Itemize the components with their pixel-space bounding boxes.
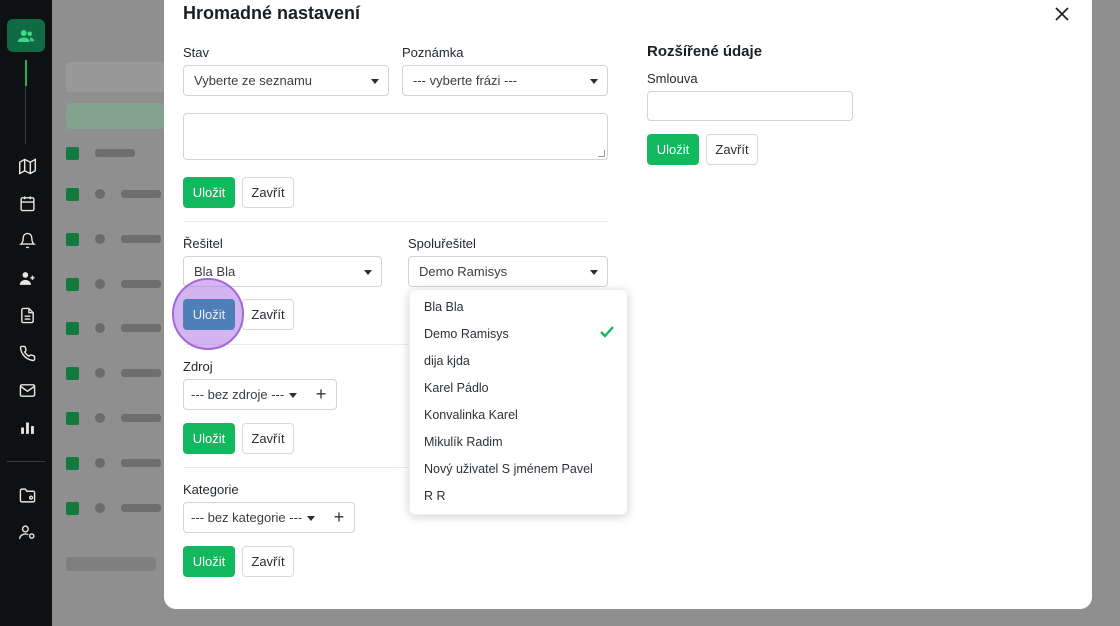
user-plus-icon xyxy=(19,271,35,285)
sidebar-item-alerts[interactable] xyxy=(17,230,37,250)
sidebar-item-settings[interactable] xyxy=(17,522,37,542)
sidebar-item-mail[interactable] xyxy=(17,380,37,400)
bg-header-row xyxy=(66,146,166,160)
chevron-down-icon xyxy=(371,79,379,84)
bg-row xyxy=(66,277,166,291)
dropdown-option[interactable]: Konvalinka Karel xyxy=(424,408,518,422)
dropdown-option[interactable]: Karel Pádlo xyxy=(424,381,489,395)
bg-row xyxy=(66,187,166,201)
sidebar xyxy=(0,0,52,626)
spoluresitel-dropdown: Bla Bla Demo Ramisys dija kjda Karel Pád… xyxy=(409,289,628,515)
resize-handle[interactable] xyxy=(598,150,605,157)
dropdown-option[interactable]: Mikulík Radim xyxy=(424,435,503,449)
mail-icon xyxy=(19,383,35,397)
sidebar-item-map[interactable] xyxy=(17,156,37,176)
bg-footer xyxy=(66,557,156,571)
dropdown-option[interactable]: Nový uživatel S jménem Pavel xyxy=(424,462,593,476)
dropdown-option[interactable]: dija kjda xyxy=(424,354,470,368)
map-icon xyxy=(18,157,36,175)
close-section-button[interactable]: Zavřít xyxy=(242,299,294,330)
resitel-label: Řešitel xyxy=(183,236,223,251)
close-section-button[interactable]: Zavřít xyxy=(242,177,294,208)
poznamka-label: Poznámka xyxy=(402,45,464,60)
spoluresitel-select-value: Demo Ramisys xyxy=(419,264,508,279)
calendar-icon xyxy=(19,195,35,211)
user-settings-icon xyxy=(18,524,35,539)
sidebar-item-reports[interactable] xyxy=(17,417,37,437)
note-textarea[interactable] xyxy=(183,113,608,160)
divider xyxy=(183,467,408,468)
close-section-button[interactable]: Zavřít xyxy=(242,546,294,577)
dropdown-option[interactable]: Bla Bla xyxy=(424,300,464,314)
chevron-down-icon xyxy=(590,79,598,84)
kategorie-select-value: --- bez kategorie --- xyxy=(191,510,303,525)
sidebar-item-contacts[interactable] xyxy=(7,19,45,52)
poznamka-select[interactable]: --- vyberte frázi --- xyxy=(402,65,608,96)
modal-title: Hromadné nastavení xyxy=(183,3,361,23)
chevron-down-icon xyxy=(289,393,297,398)
zdroj-select[interactable]: --- bez zdroje --- xyxy=(183,379,307,410)
chevron-down-icon xyxy=(307,516,315,521)
close-icon xyxy=(1055,7,1069,21)
bg-row xyxy=(66,411,166,425)
stav-select-value: Vyberte ze seznamu xyxy=(194,73,313,88)
smlouva-label: Smlouva xyxy=(647,71,698,86)
document-icon xyxy=(20,307,34,323)
chevron-down-icon xyxy=(364,270,372,275)
zdroj-select-value: --- bez zdroje --- xyxy=(191,387,285,402)
folder-icon xyxy=(19,487,35,503)
divider xyxy=(183,221,608,222)
save-button[interactable]: Uložit xyxy=(183,546,235,577)
close-button[interactable] xyxy=(1053,5,1071,23)
users-icon xyxy=(17,29,35,42)
bg-row xyxy=(66,501,166,515)
spoluresitel-label: Spoluřešitel xyxy=(408,236,476,251)
save-button[interactable]: Uložit xyxy=(183,423,235,454)
zdroj-label: Zdroj xyxy=(183,359,213,374)
save-button[interactable]: Uložit xyxy=(183,299,235,330)
spoluresitel-select[interactable]: Demo Ramisys xyxy=(408,256,608,287)
dropdown-option[interactable]: R R xyxy=(424,489,446,503)
sidebar-active-line xyxy=(25,60,27,86)
sidebar-item-documents[interactable] xyxy=(17,305,37,325)
stav-label: Stav xyxy=(183,45,210,60)
sidebar-divider-line xyxy=(25,86,26,144)
bg-row xyxy=(66,321,166,335)
bg-filter-bar xyxy=(66,62,166,92)
resitel-select-value: Bla Bla xyxy=(194,264,236,279)
bg-green-button xyxy=(66,103,166,129)
bulk-settings-modal: Hromadné nastavení Stav Vyberte ze sezna… xyxy=(164,0,1092,609)
sidebar-item-users[interactable] xyxy=(17,268,37,288)
bell-icon xyxy=(18,232,36,248)
bg-row xyxy=(66,456,166,470)
bg-row xyxy=(66,232,166,246)
save-button[interactable]: Uložit xyxy=(183,177,235,208)
phone-icon xyxy=(19,345,35,361)
sidebar-separator xyxy=(7,461,45,462)
close-section-button[interactable]: Zavřít xyxy=(706,134,758,165)
dropdown-option-selected[interactable]: Demo Ramisys xyxy=(424,327,509,341)
extended-section-title: Rozšířené údaje xyxy=(647,43,763,60)
chevron-down-icon xyxy=(590,270,598,275)
sidebar-item-calendar[interactable] xyxy=(17,193,37,213)
smlouva-input[interactable] xyxy=(647,91,853,121)
sidebar-item-calls[interactable] xyxy=(17,343,37,363)
chart-icon xyxy=(20,422,34,434)
add-zdroj-button[interactable]: + xyxy=(306,379,337,410)
check-icon xyxy=(600,326,614,341)
add-kategorie-button[interactable]: + xyxy=(324,502,355,533)
sidebar-item-folders[interactable] xyxy=(17,485,37,505)
bg-row xyxy=(66,366,166,380)
poznamka-select-value: --- vyberte frázi --- xyxy=(413,73,517,88)
kategorie-label: Kategorie xyxy=(183,482,239,497)
save-button[interactable]: Uložit xyxy=(647,134,699,165)
close-section-button[interactable]: Zavřít xyxy=(242,423,294,454)
stav-select[interactable]: Vyberte ze seznamu xyxy=(183,65,389,96)
kategorie-select[interactable]: --- bez kategorie --- xyxy=(183,502,325,533)
